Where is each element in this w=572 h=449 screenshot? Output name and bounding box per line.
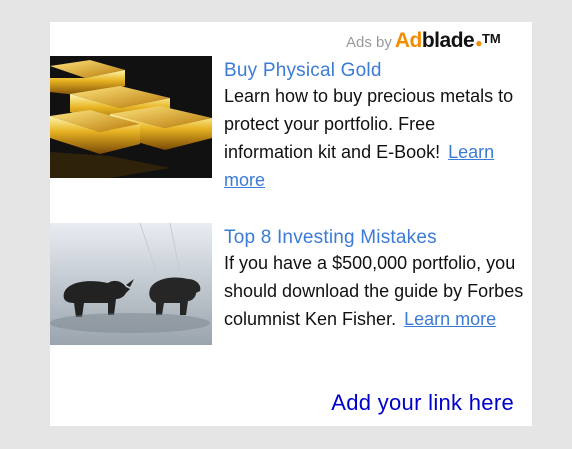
ad-description: Learn how to buy precious metals to prot… bbox=[224, 86, 514, 190]
learn-more-link[interactable]: Learn more bbox=[404, 309, 496, 329]
ad-title-link[interactable]: Top 8 Investing Mistakes bbox=[224, 227, 437, 249]
adblade-logo[interactable]: Adblade● bbox=[395, 29, 483, 53]
add-your-link[interactable]: Add your link here bbox=[331, 390, 514, 416]
ad-description: If you have a $500,000 portfolio, you sh… bbox=[224, 253, 524, 329]
ads-by-label[interactable]: Ads by Adblade● TM bbox=[346, 29, 501, 54]
ads-by-text: Ads by bbox=[346, 33, 392, 51]
bull-bear-image[interactable] bbox=[50, 223, 212, 345]
trademark-mark: TM bbox=[481, 30, 501, 46]
ad-title-link[interactable]: Buy Physical Gold bbox=[224, 60, 382, 82]
ad-container: Ads by Adblade● TM Buy Physical Gold Lea… bbox=[50, 22, 532, 426]
gold-bars-image[interactable] bbox=[50, 56, 212, 178]
